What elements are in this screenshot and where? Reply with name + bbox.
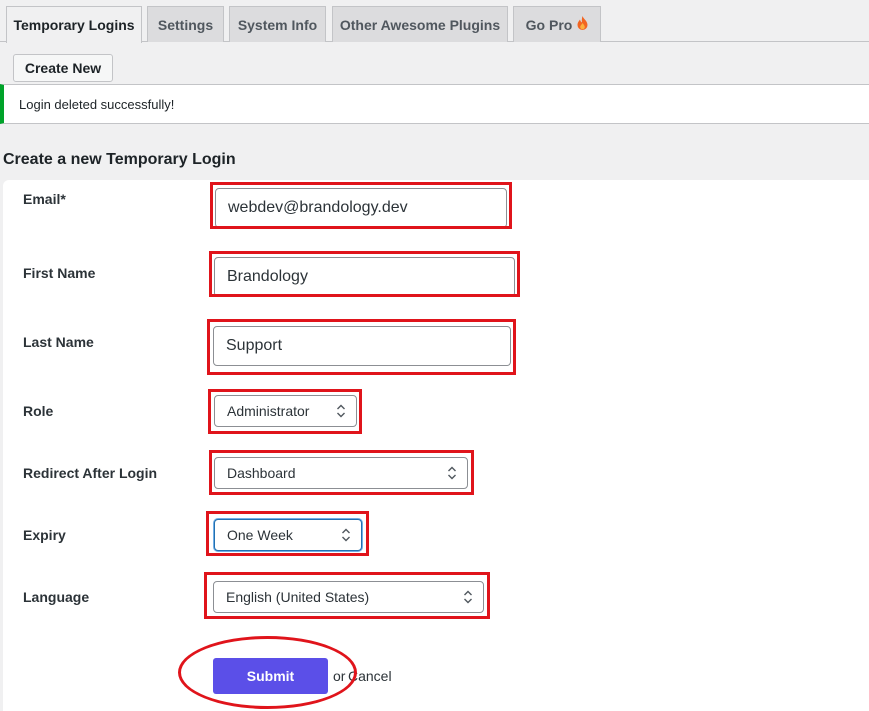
tab-temporary-logins[interactable]: Temporary Logins <box>6 6 142 43</box>
tab-label: Temporary Logins <box>13 17 135 33</box>
first-name-field[interactable]: Brandology <box>214 257 515 297</box>
flame-icon <box>577 16 588 33</box>
role-select[interactable]: Administrator <box>214 395 357 427</box>
notice-text: Login deleted successfully! <box>19 96 175 112</box>
select-arrows-icon <box>448 466 456 480</box>
language-value: English (United States) <box>226 589 370 605</box>
redirect-value: Dashboard <box>227 465 296 481</box>
language-label: Language <box>23 589 90 605</box>
expiry-value: One Week <box>227 527 293 543</box>
tab-label: System Info <box>237 16 318 33</box>
role-value: Administrator <box>227 403 310 419</box>
select-arrows-icon <box>464 590 472 604</box>
tab-system-info[interactable]: System Info <box>229 6 326 42</box>
language-select[interactable]: English (United States) <box>213 581 484 613</box>
redirect-select[interactable]: Dashboard <box>214 457 468 489</box>
cancel-link[interactable]: Cancel <box>348 668 392 684</box>
last-name-field[interactable]: Support <box>213 326 511 366</box>
select-arrows-icon <box>337 404 345 418</box>
expiry-select[interactable]: One Week <box>214 519 362 551</box>
email-label: Email* <box>23 191 66 207</box>
create-new-button[interactable]: Create New <box>13 54 113 82</box>
tab-other-awesome-plugins[interactable]: Other Awesome Plugins <box>332 6 508 42</box>
submit-button[interactable]: Submit <box>213 658 328 694</box>
nav-tab-bar: Temporary Logins Settings System Info Ot… <box>0 0 869 43</box>
select-arrows-icon <box>342 528 350 542</box>
role-label: Role <box>23 403 54 419</box>
last-name-value: Support <box>226 337 283 354</box>
first-name-label: First Name <box>23 265 96 281</box>
tab-label: Settings <box>157 16 214 33</box>
tab-label: Other Awesome Plugins <box>339 16 501 33</box>
redirect-label: Redirect After Login <box>23 465 158 481</box>
email-value: webdev@brandology.dev <box>228 199 408 216</box>
tab-go-pro[interactable]: Go Pro <box>513 6 601 42</box>
tab-settings[interactable]: Settings <box>147 6 224 42</box>
success-notice: Login deleted successfully! <box>0 84 869 124</box>
first-name-value: Brandology <box>227 268 308 285</box>
email-field[interactable]: webdev@brandology.dev <box>215 188 507 228</box>
page-title: Create a new Temporary Login <box>3 151 236 168</box>
last-name-label: Last Name <box>23 334 94 350</box>
tab-label: Go Pro <box>525 16 573 33</box>
expiry-label: Expiry <box>23 527 66 543</box>
or-text: or <box>333 668 346 684</box>
